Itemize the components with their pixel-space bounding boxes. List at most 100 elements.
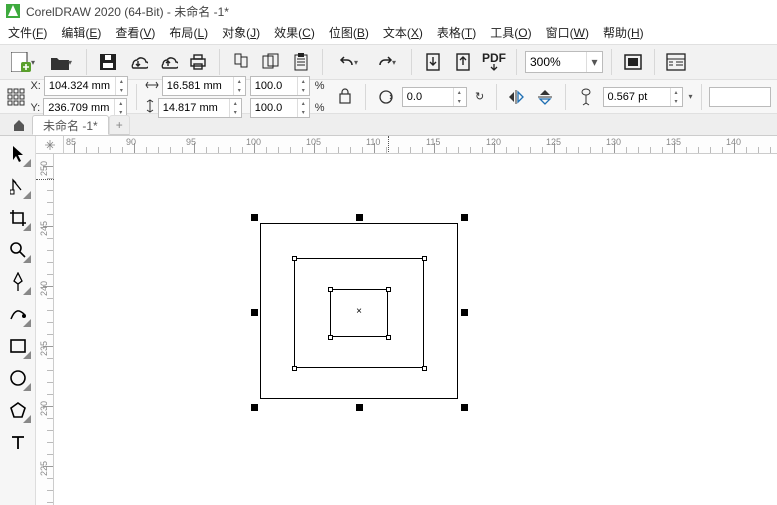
redo-button[interactable]: ▾ — [369, 49, 403, 75]
ellipse-tool[interactable] — [2, 362, 34, 394]
publish-pdf-button[interactable]: PDF — [480, 49, 508, 75]
ruler-origin-button[interactable] — [36, 136, 64, 154]
open-button[interactable]: ▾ — [44, 49, 78, 75]
import-button[interactable] — [420, 49, 446, 75]
zoom-tool[interactable] — [2, 234, 34, 266]
x-position-input[interactable]: ▴▾ — [44, 76, 128, 96]
paste-button[interactable] — [288, 49, 314, 75]
menu-help[interactable]: 帮助(H) — [603, 24, 644, 41]
shape-tool[interactable] — [2, 170, 34, 202]
pick-tool[interactable] — [2, 138, 34, 170]
menu-object[interactable]: 对象(J) — [222, 24, 260, 41]
menu-view[interactable]: 查看(V) — [115, 24, 155, 41]
options-button[interactable] — [663, 49, 689, 75]
height-input[interactable]: ▴▾ — [158, 98, 242, 118]
selection-handle[interactable] — [461, 309, 468, 316]
chevron-down-icon: ▾ — [68, 58, 72, 67]
cloud-upload-button[interactable] — [155, 49, 181, 75]
print-button[interactable] — [185, 49, 211, 75]
ruler-tick-label: 90 — [126, 137, 136, 147]
vertical-ruler[interactable]: 250245240235230225 — [36, 154, 54, 505]
menu-window[interactable]: 窗口(W) — [546, 24, 589, 41]
percent-label: % — [315, 102, 325, 114]
outline-width-input[interactable]: ▴▾ — [603, 87, 683, 107]
shape-node[interactable] — [328, 287, 333, 292]
full-screen-preview-button[interactable] — [620, 49, 646, 75]
shape-node[interactable] — [386, 335, 391, 340]
separator — [322, 49, 323, 75]
menu-tools[interactable]: 工具(O) — [490, 24, 531, 41]
lock-ratio-button[interactable] — [333, 84, 357, 110]
toolbox — [0, 136, 36, 505]
undo-button[interactable]: ▾ — [331, 49, 365, 75]
shape-node[interactable] — [386, 287, 391, 292]
export-button[interactable] — [450, 49, 476, 75]
width-input[interactable]: ▴▾ — [162, 76, 246, 96]
separator — [219, 49, 220, 75]
plus-icon: + — [116, 118, 123, 132]
mirror-horizontal-button[interactable] — [505, 84, 529, 110]
window-title: CorelDRAW 2020 (64-Bit) - 未命名 -1* — [26, 3, 229, 20]
selection-handle[interactable] — [461, 214, 468, 221]
height-icon — [145, 99, 155, 116]
x-label: X: — [30, 80, 40, 92]
save-button[interactable] — [95, 49, 121, 75]
separator — [516, 49, 517, 75]
menu-bitmap[interactable]: 位图(B) — [329, 24, 369, 41]
crop-tool[interactable] — [2, 202, 34, 234]
y-label: Y: — [30, 102, 40, 114]
document-tab[interactable]: 未命名 -1* — [32, 115, 109, 135]
zoom-level-input[interactable] — [526, 52, 586, 72]
width-icon — [145, 79, 159, 93]
menu-table[interactable]: 表格(T) — [437, 24, 476, 41]
zoom-level-combo[interactable]: ▾ — [525, 51, 603, 73]
shape-node[interactable] — [292, 256, 297, 261]
selection-handle[interactable] — [356, 214, 363, 221]
menu-effect[interactable]: 效果(C) — [274, 24, 315, 41]
rotation-input[interactable]: ▴▾ — [402, 87, 467, 107]
chevron-down-icon: ▾ — [354, 58, 358, 67]
selection-handle[interactable] — [251, 214, 258, 221]
menu-text[interactable]: 文本(X) — [383, 24, 423, 41]
shape-node[interactable] — [292, 366, 297, 371]
selection-handle[interactable] — [356, 404, 363, 411]
rectangle-tool[interactable] — [2, 330, 34, 362]
chevron-down-icon: ▾ — [392, 58, 396, 67]
rotation-icon — [374, 84, 398, 110]
new-document-button[interactable]: ▾ — [6, 49, 40, 75]
horizontal-ruler[interactable]: 859095100105110115120125130135140 — [36, 136, 777, 154]
scale-y-input[interactable]: ▴▾ — [250, 98, 310, 118]
ruler-tick-label: 225 — [39, 461, 49, 476]
object-origin-button[interactable] — [6, 84, 26, 110]
chevron-down-icon[interactable]: ▾ — [689, 92, 693, 101]
freehand-tool[interactable] — [2, 266, 34, 298]
drawing-canvas[interactable]: × — [54, 154, 777, 505]
menu-file[interactable]: 文件(F) — [8, 24, 47, 41]
ruler-tick-label: 95 — [186, 137, 196, 147]
cloud-download-button[interactable] — [125, 49, 151, 75]
outline-width-icon — [574, 84, 598, 110]
selection-center-marker[interactable]: × — [356, 307, 362, 317]
menu-edit[interactable]: 编辑(E) — [61, 24, 101, 41]
shape-node[interactable] — [422, 256, 427, 261]
selection-handle[interactable] — [461, 404, 468, 411]
polygon-tool[interactable] — [2, 394, 34, 426]
shape-node[interactable] — [328, 335, 333, 340]
style-input[interactable] — [709, 87, 770, 107]
property-bar: X: ▴▾ Y: ▴▾ ▴▾ ▴▾ ▴▾ % ▴▾ % ▴▾ ↻ — [0, 80, 777, 114]
artistic-media-tool[interactable] — [2, 298, 34, 330]
text-tool[interactable] — [2, 426, 34, 458]
mirror-vertical-button[interactable] — [533, 84, 557, 110]
selection-handle[interactable] — [251, 309, 258, 316]
copy-button[interactable] — [258, 49, 284, 75]
scale-x-input[interactable]: ▴▾ — [250, 76, 310, 96]
add-document-tab[interactable]: + — [109, 115, 130, 135]
position-fields: X: ▴▾ Y: ▴▾ — [30, 76, 127, 118]
chevron-down-icon[interactable]: ▾ — [586, 52, 602, 72]
selection-handle[interactable] — [251, 404, 258, 411]
shape-node[interactable] — [422, 366, 427, 371]
welcome-tab-icon[interactable] — [6, 115, 32, 135]
cut-button[interactable] — [228, 49, 254, 75]
menu-layout[interactable]: 布局(L) — [169, 24, 208, 41]
ruler-tick-label: 235 — [39, 341, 49, 356]
